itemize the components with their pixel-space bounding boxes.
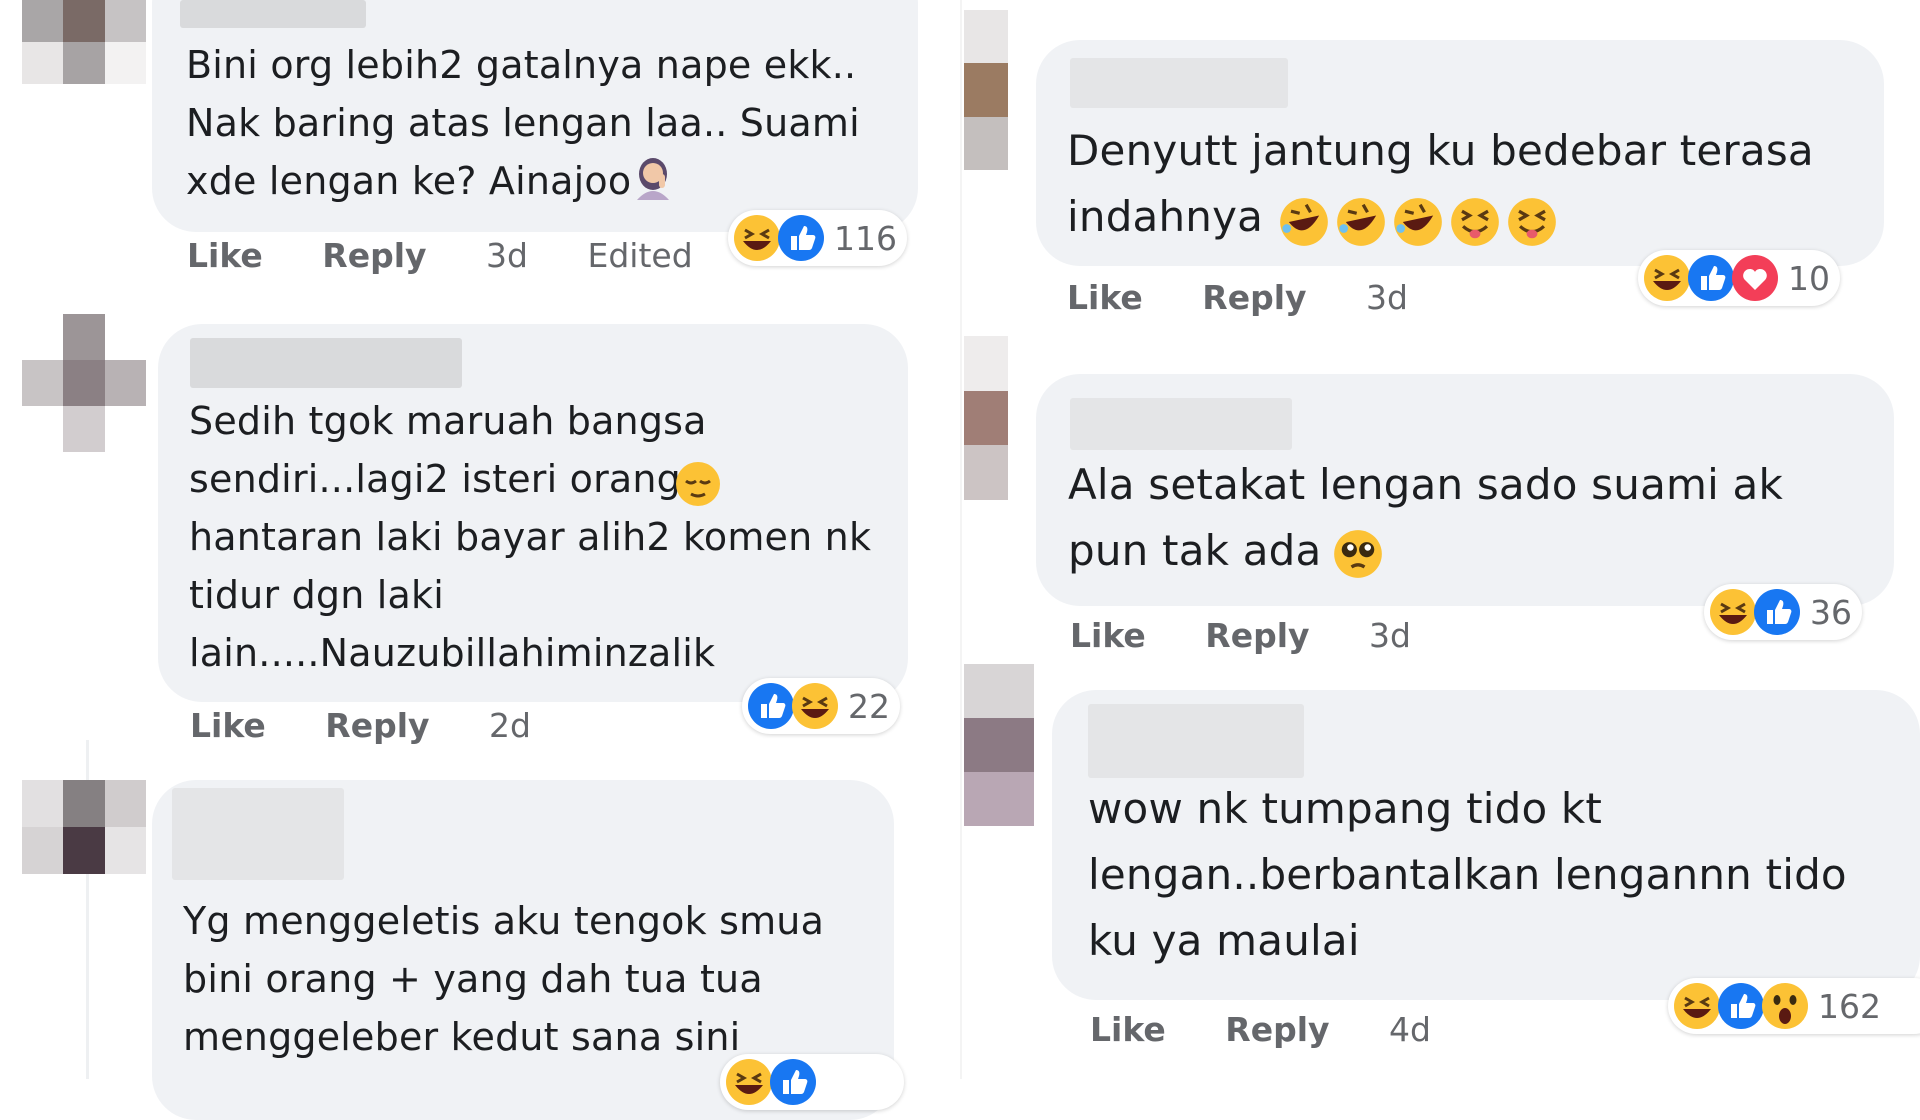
laugh-icon xyxy=(1644,255,1690,301)
comment-text-content: Sedih tgok maruah bangsa sendiri...lagi2… xyxy=(189,399,872,675)
reaction-summary[interactable]: 36 xyxy=(1704,584,1862,640)
reaction-count: 36 xyxy=(1810,592,1852,632)
rolling-laughing-emoji-row xyxy=(1278,196,1558,252)
like-icon xyxy=(1718,983,1764,1029)
comment-actions: Like Reply 2d xyxy=(190,706,579,745)
laugh-icon xyxy=(1674,983,1720,1029)
like-icon xyxy=(770,1059,816,1105)
comment-actions: Like Reply 3d xyxy=(1070,616,1459,655)
comment-text: Bini org lebih2 gatalnya nape ekk.. Nak … xyxy=(186,36,896,216)
laugh-icon xyxy=(734,215,780,261)
comment-timestamp[interactable]: 4d xyxy=(1389,1010,1431,1049)
like-button[interactable]: Like xyxy=(187,236,263,275)
reaction-summary[interactable]: 10 xyxy=(1638,250,1840,306)
like-button[interactable]: Like xyxy=(190,706,266,745)
comment-text: wow nk tumpang tido kt lengan..berbantal… xyxy=(1088,776,1908,974)
avatar[interactable] xyxy=(22,780,146,874)
reaction-summary[interactable]: 116 xyxy=(728,210,907,266)
like-icon xyxy=(1688,255,1734,301)
laugh-icon xyxy=(726,1059,772,1105)
reaction-count: 22 xyxy=(848,686,890,726)
avatar[interactable] xyxy=(964,664,1034,826)
reply-button[interactable]: Reply xyxy=(1202,278,1306,317)
avatar[interactable] xyxy=(22,0,146,84)
rolling-laughing-icon xyxy=(1280,198,1328,246)
comment-text-content: Bini org lebih2 gatalnya nape ekk.. Nak … xyxy=(186,43,860,203)
comment-timestamp[interactable]: 3d xyxy=(1369,616,1411,655)
left-comments-panel: Bini org lebih2 gatalnya nape ekk.. Nak … xyxy=(0,0,960,1120)
edited-label[interactable]: Edited xyxy=(587,236,692,275)
reply-button[interactable]: Reply xyxy=(1205,616,1309,655)
like-button[interactable]: Like xyxy=(1067,278,1143,317)
comment-timestamp[interactable]: 3d xyxy=(1366,278,1408,317)
comment-actions: Like Reply 3d Edited xyxy=(187,236,741,275)
comment-actions: Like Reply 4d xyxy=(1090,1010,1479,1049)
wow-icon xyxy=(1762,983,1808,1029)
laugh-icon xyxy=(1710,589,1756,635)
reaction-count: 116 xyxy=(834,218,897,258)
like-icon xyxy=(778,215,824,261)
reaction-summary[interactable] xyxy=(720,1054,904,1110)
like-icon xyxy=(1754,589,1800,635)
comment-text: Sedih tgok maruah bangsa sendiri...lagi2… xyxy=(189,392,889,682)
commenter-name-blurred[interactable] xyxy=(1070,58,1288,108)
comment-text-content: Yg menggeletis aku tengok smua bini oran… xyxy=(183,899,825,1059)
right-comments-panel: Denyutt jantung ku bedebar terasa indahn… xyxy=(960,0,1920,1079)
commenter-name-blurred[interactable] xyxy=(190,338,462,388)
comment-text: Yg menggeletis aku tengok smua bini oran… xyxy=(183,892,883,1066)
comment-text: Ala setakat lengan sado suami ak pun tak… xyxy=(1068,452,1868,584)
comment-text-content: Ala setakat lengan sado suami ak pun tak… xyxy=(1068,460,1784,575)
reaction-count: 10 xyxy=(1788,258,1830,298)
avatar[interactable] xyxy=(22,314,146,452)
comment-text-content: wow nk tumpang tido kt lengan..berbantal… xyxy=(1088,784,1847,965)
avatar[interactable] xyxy=(964,10,1008,170)
comment-timestamp[interactable]: 2d xyxy=(489,706,531,745)
rolling-laughing-icon xyxy=(1337,198,1385,246)
like-button[interactable]: Like xyxy=(1090,1010,1166,1049)
pleading-face-emoji-icon xyxy=(1332,528,1384,584)
squinting-tongue-icon xyxy=(1508,198,1557,246)
avatar[interactable] xyxy=(964,336,1008,500)
rolling-laughing-icon xyxy=(1394,198,1443,246)
commenter-name-blurred[interactable] xyxy=(1070,398,1292,450)
woman-gesturing-emoji-icon xyxy=(631,152,675,216)
reaction-count: 162 xyxy=(1818,986,1881,1026)
reply-button[interactable]: Reply xyxy=(322,236,426,275)
love-icon xyxy=(1732,255,1778,301)
squinting-tongue-icon xyxy=(1451,198,1500,246)
like-icon xyxy=(748,683,794,729)
relieved-face-emoji-icon xyxy=(674,460,722,512)
like-button[interactable]: Like xyxy=(1070,616,1146,655)
commenter-name-blurred[interactable] xyxy=(180,0,366,28)
reaction-summary[interactable]: 162 xyxy=(1668,978,1920,1034)
reply-button[interactable]: Reply xyxy=(325,706,429,745)
comment-timestamp[interactable]: 3d xyxy=(486,236,528,275)
reaction-summary[interactable]: 22 xyxy=(742,678,900,734)
reply-button[interactable]: Reply xyxy=(1225,1010,1329,1049)
laugh-icon xyxy=(792,683,838,729)
commenter-name-blurred[interactable] xyxy=(172,788,344,880)
commenter-name-blurred[interactable] xyxy=(1088,704,1304,778)
comment-actions: Like Reply 3d xyxy=(1067,278,1456,317)
